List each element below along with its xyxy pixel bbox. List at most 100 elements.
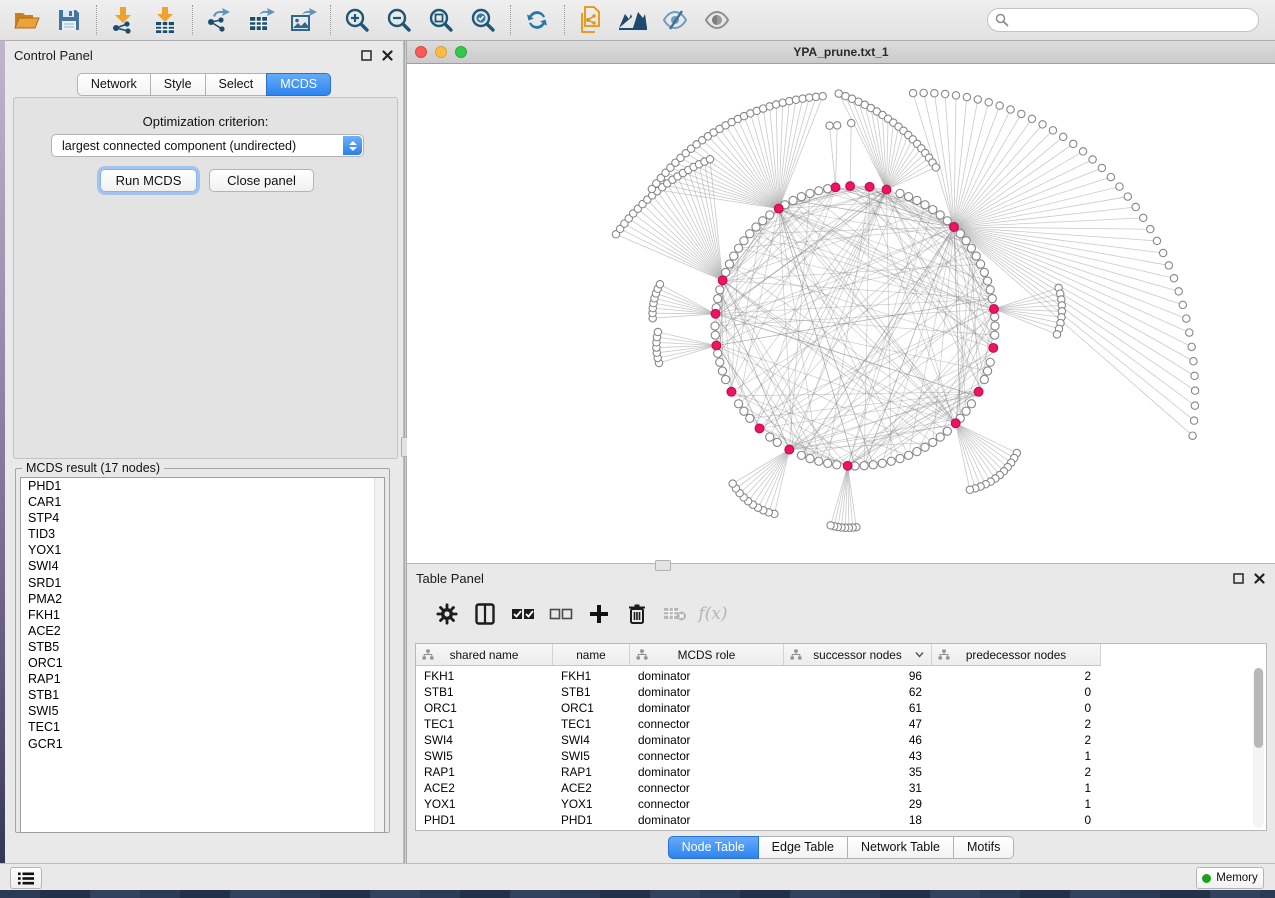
open-session-icon[interactable] <box>10 3 44 37</box>
table-scrollbar[interactable] <box>1253 668 1264 828</box>
export-table-icon[interactable] <box>244 3 278 37</box>
network-node[interactable] <box>896 189 904 197</box>
network-node-mcds[interactable] <box>951 419 960 428</box>
table-row[interactable]: TEC1TEC1connector472 <box>416 716 1101 732</box>
table-row[interactable]: FKH1FKH1dominator962 <box>416 668 1101 684</box>
network-node[interactable] <box>766 433 774 441</box>
export-network-icon[interactable] <box>202 3 236 37</box>
table-options-gear-icon[interactable] <box>429 599 465 629</box>
network-node[interactable] <box>1028 115 1035 122</box>
zoom-selected-icon[interactable] <box>466 3 500 37</box>
network-node[interactable] <box>921 443 929 451</box>
close-panel-icon[interactable] <box>1252 571 1267 586</box>
select-all-rows-icon[interactable] <box>505 599 541 629</box>
float-window-icon[interactable] <box>359 48 374 63</box>
network-node[interactable] <box>1188 343 1195 350</box>
network-node[interactable] <box>722 268 730 276</box>
network-node[interactable] <box>740 237 748 245</box>
network-node[interactable] <box>734 400 742 408</box>
network-node[interactable] <box>797 193 805 201</box>
network-node-mcds[interactable] <box>831 183 840 192</box>
network-node[interactable] <box>1049 127 1056 134</box>
tab-motifs[interactable]: Motifs <box>953 836 1014 859</box>
tab-select[interactable]: Select <box>205 73 268 96</box>
network-node[interactable] <box>988 295 996 303</box>
network-node[interactable] <box>1190 417 1197 424</box>
column-header-MCDS-role[interactable]: MCDS role <box>630 644 784 666</box>
import-table-file-icon[interactable] <box>148 3 182 37</box>
network-node[interactable] <box>932 164 939 171</box>
mcds-result-item[interactable]: GCR1 <box>21 736 384 752</box>
network-node[interactable] <box>1132 203 1139 210</box>
network-node[interactable] <box>963 93 970 100</box>
network-node[interactable] <box>860 462 868 470</box>
tab-mcds[interactable]: MCDS <box>266 73 331 96</box>
mcds-result-item[interactable]: TID3 <box>21 526 384 542</box>
network-node[interactable] <box>746 230 754 238</box>
network-node[interactable] <box>983 277 991 285</box>
network-node[interactable] <box>952 92 959 99</box>
network-node[interactable] <box>920 89 927 96</box>
network-node[interactable] <box>1116 183 1123 190</box>
network-node[interactable] <box>986 358 994 366</box>
network-node-mcds[interactable] <box>718 276 727 285</box>
network-node-mcds[interactable] <box>785 445 794 454</box>
table-row[interactable]: ACE2ACE2connector311 <box>416 780 1101 796</box>
network-node[interactable] <box>909 89 916 96</box>
list-scrollbar[interactable] <box>374 478 384 832</box>
network-node[interactable] <box>1153 237 1160 244</box>
network-node[interactable] <box>904 451 912 459</box>
network-node[interactable] <box>936 433 944 441</box>
tab-network-table[interactable]: Network Table <box>847 836 954 859</box>
network-node[interactable] <box>991 331 999 339</box>
clone-network-icon[interactable] <box>574 3 608 37</box>
column-header-successor-nodes[interactable]: successor nodes <box>784 644 932 666</box>
network-node-mcds[interactable] <box>843 461 852 470</box>
network-node-mcds[interactable] <box>727 387 736 396</box>
network-node[interactable] <box>1007 106 1014 113</box>
mcds-result-item[interactable]: STP4 <box>21 510 384 526</box>
mcds-result-item[interactable]: PHD1 <box>21 478 384 494</box>
network-node[interactable] <box>789 196 797 204</box>
network-node[interactable] <box>869 461 877 469</box>
network-node-mcds[interactable] <box>950 223 959 232</box>
network-node[interactable] <box>711 331 719 339</box>
network-node-mcds[interactable] <box>846 182 855 191</box>
network-node[interactable] <box>956 230 964 238</box>
table-row[interactable]: ORC1ORC1dominator610 <box>416 700 1101 716</box>
network-node[interactable] <box>1147 225 1154 232</box>
network-node[interactable] <box>1039 121 1046 128</box>
mcds-result-item[interactable]: SWI5 <box>21 703 384 719</box>
network-node[interactable] <box>833 461 841 469</box>
network-node[interactable] <box>1018 110 1025 117</box>
network-node[interactable] <box>962 237 970 245</box>
network-node[interactable] <box>759 217 767 225</box>
criterion-dropdown[interactable]: largest connected component (undirected) <box>51 134 364 157</box>
table-row[interactable]: SWI4SWI4dominator462 <box>416 732 1101 748</box>
toggle-graphics-details-icon[interactable] <box>658 3 692 37</box>
network-node[interactable] <box>1179 301 1186 308</box>
mcds-result-item[interactable]: SWI4 <box>21 558 384 574</box>
network-node[interactable] <box>824 459 832 467</box>
network-node-mcds[interactable] <box>755 424 764 433</box>
mcds-result-item[interactable]: FKH1 <box>21 607 384 623</box>
table-row[interactable]: SWI5SWI5connector431 <box>416 748 1101 764</box>
network-node[interactable] <box>729 480 736 487</box>
network-node[interactable] <box>1191 387 1198 394</box>
show-hide-columns-icon[interactable] <box>467 599 503 629</box>
tab-edge-table[interactable]: Edge Table <box>758 836 848 859</box>
network-node[interactable] <box>996 102 1003 109</box>
network-node-mcds[interactable] <box>774 204 783 213</box>
network-node-mcds[interactable] <box>989 344 998 353</box>
mcds-result-item[interactable]: ORC1 <box>21 655 384 671</box>
mcds-result-item[interactable]: SRD1 <box>21 575 384 591</box>
network-node-mcds[interactable] <box>865 182 874 191</box>
network-node[interactable] <box>1070 140 1077 147</box>
network-node[interactable] <box>913 447 921 455</box>
network-node[interactable] <box>1191 402 1198 409</box>
network-node[interactable] <box>1098 164 1105 171</box>
network-node[interactable] <box>1190 358 1197 365</box>
network-node[interactable] <box>806 189 814 197</box>
network-node[interactable] <box>716 286 724 294</box>
network-node[interactable] <box>746 414 754 422</box>
